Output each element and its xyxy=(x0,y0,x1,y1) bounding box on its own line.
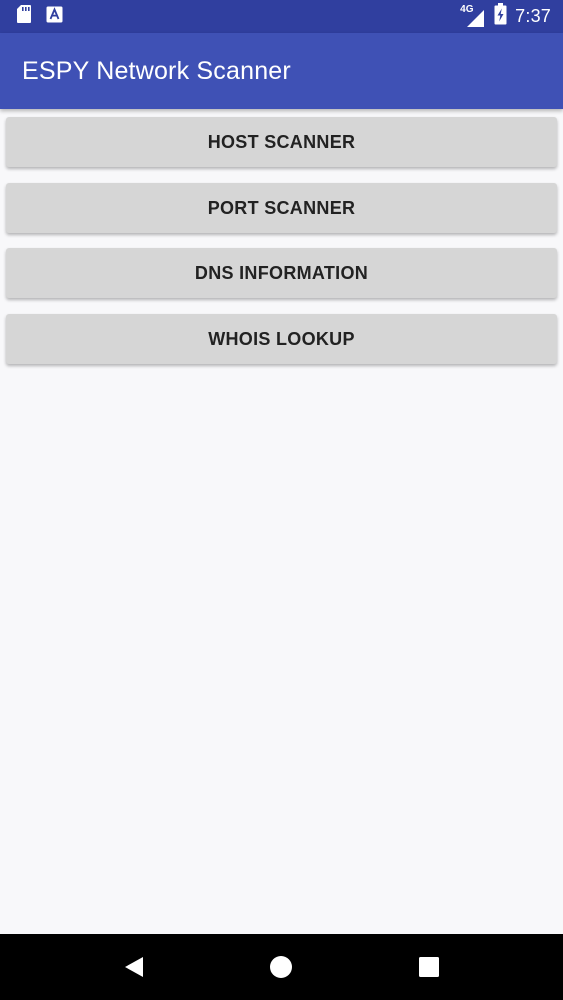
signal-icon: 4G xyxy=(460,4,486,28)
host-scanner-label: HOST SCANNER xyxy=(207,131,356,152)
app-bar: ESPY Network Scanner xyxy=(0,33,563,109)
navigation-bar xyxy=(0,934,563,1000)
phone-screen: 4G 7:37 ESPY Network Scanner HOST SCANNE… xyxy=(0,0,563,1000)
whois-lookup-button[interactable]: WHOIS LOOKUP xyxy=(6,314,557,364)
status-bar: 4G 7:37 xyxy=(0,0,563,33)
home-icon xyxy=(270,956,293,978)
battery-icon xyxy=(494,3,507,30)
status-bar-right: 4G 7:37 xyxy=(452,3,551,30)
back-icon xyxy=(124,957,143,977)
font-app-icon xyxy=(46,6,63,28)
main-content: HOST SCANNER PORT SCANNER DNS INFORMATIO… xyxy=(0,109,563,934)
whois-lookup-label: WHOIS LOOKUP xyxy=(208,328,355,349)
back-button[interactable] xyxy=(104,942,164,992)
recents-button[interactable] xyxy=(399,942,459,992)
app-title: ESPY Network Scanner xyxy=(22,56,291,85)
status-time: 7:37 xyxy=(515,6,551,26)
host-scanner-button[interactable]: HOST SCANNER xyxy=(6,117,557,167)
status-bar-left xyxy=(16,4,77,29)
recents-icon xyxy=(419,957,440,977)
dns-information-button[interactable]: DNS INFORMATION xyxy=(6,248,557,298)
port-scanner-button[interactable]: PORT SCANNER xyxy=(6,183,557,233)
sd-card-icon xyxy=(16,4,32,29)
dns-information-label: DNS INFORMATION xyxy=(194,262,369,283)
home-button[interactable] xyxy=(251,942,311,992)
port-scanner-label: PORT SCANNER xyxy=(207,197,356,218)
